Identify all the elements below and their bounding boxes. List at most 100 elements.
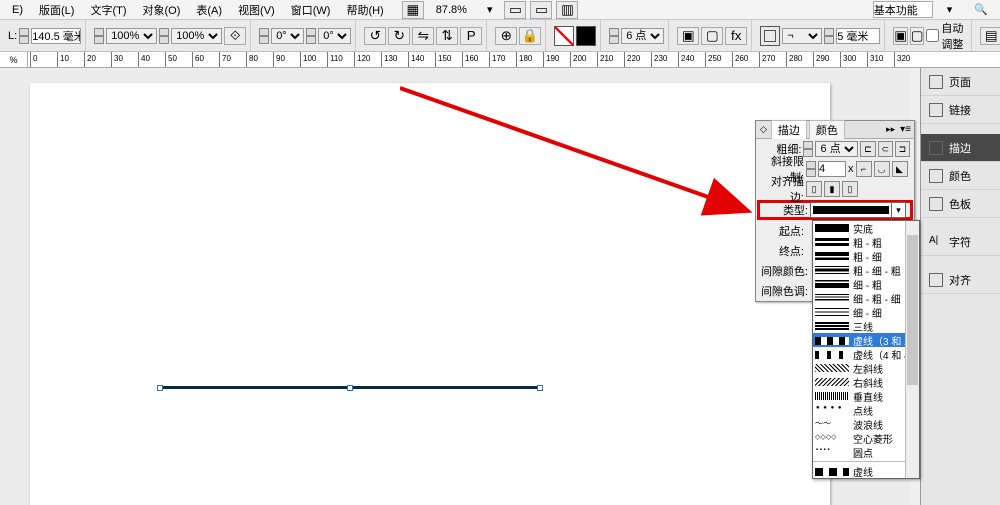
fit-content-icon[interactable]: ▣ xyxy=(893,27,908,45)
chevron-down-icon[interactable] xyxy=(891,203,905,217)
stroke-type-option[interactable]: 点线 xyxy=(813,403,919,417)
panel-collapse-icon[interactable]: ▸▸ xyxy=(886,124,895,135)
stroke-type-option[interactable]: 粗 - 细 - 粗 xyxy=(813,263,919,277)
rotate-cw-icon[interactable]: ↻ xyxy=(388,27,410,45)
stroke-type-option[interactable]: 粗 - 粗 xyxy=(813,235,919,249)
rot-stepper[interactable] xyxy=(259,28,269,44)
align-center-icon[interactable]: ▯ xyxy=(806,181,822,197)
panel-weight-stepper[interactable] xyxy=(803,141,813,157)
stroke-type-option[interactable]: 细 - 粗 xyxy=(813,277,919,291)
select-content-icon[interactable]: ▣ xyxy=(677,27,699,45)
fill-swatch[interactable] xyxy=(554,26,574,46)
scale-x[interactable]: 100% xyxy=(106,28,157,44)
quick-apply-icon[interactable] xyxy=(760,26,780,46)
tab-stroke[interactable]: 描边 xyxy=(771,120,807,139)
panel-weight[interactable]: 6 点 xyxy=(815,141,858,157)
menu-table[interactable]: 表(A) xyxy=(188,2,230,18)
stroke-swatch[interactable] xyxy=(576,26,596,46)
x-field[interactable] xyxy=(31,28,81,44)
dock-align[interactable]: 对齐 xyxy=(921,266,1000,294)
select-container-icon[interactable]: ▢ xyxy=(701,27,723,45)
corner-stepper[interactable] xyxy=(824,28,834,44)
scalex-stepper[interactable] xyxy=(94,28,104,44)
scale-y[interactable]: 100% xyxy=(171,28,222,44)
corner-size[interactable] xyxy=(836,28,880,44)
workspace-dropdown-icon[interactable]: ▾ xyxy=(939,3,961,16)
dock-stroke[interactable]: 描边 xyxy=(921,134,1000,162)
corner-select[interactable]: ¬ xyxy=(782,28,822,44)
link-scale-icon[interactable]: ⟐ xyxy=(224,27,246,45)
target-icon[interactable]: ⊕ xyxy=(495,27,517,45)
align-outside-icon[interactable]: ▯ xyxy=(842,181,858,197)
stroke-type-option[interactable]: 细 - 细 xyxy=(813,305,919,319)
p-icon[interactable]: P xyxy=(460,27,482,45)
dock-pages[interactable]: 页面 xyxy=(921,68,1000,96)
dock-links[interactable]: 链接 xyxy=(921,96,1000,124)
dropdown-scrollbar[interactable] xyxy=(905,221,919,478)
cap-proj-icon[interactable]: ⊐ xyxy=(895,141,910,157)
menu-layout[interactable]: 版面(L) xyxy=(31,2,82,18)
stroke-weight[interactable]: 6 点 xyxy=(621,28,664,44)
miter-value[interactable] xyxy=(818,161,846,177)
stroke-type-option[interactable]: 实底 xyxy=(813,221,919,235)
menu-help[interactable]: 帮助(H) xyxy=(338,2,391,18)
menu-window[interactable]: 窗口(W) xyxy=(283,2,339,18)
view-mode-icon[interactable]: ▭ xyxy=(504,1,526,19)
stroke-type-option[interactable]: 圆点 xyxy=(813,445,919,459)
tab-color[interactable]: 颜色 xyxy=(809,120,845,139)
handle-start[interactable] xyxy=(157,385,163,391)
cap-round-icon[interactable]: ⊂ xyxy=(878,141,893,157)
fit-frame-icon[interactable]: ▢ xyxy=(910,27,925,45)
miter-stepper[interactable] xyxy=(806,161,816,177)
align-inside-icon[interactable]: ▮ xyxy=(824,181,840,197)
menu-text[interactable]: 文字(T) xyxy=(82,2,134,18)
stroke-type-combo[interactable] xyxy=(810,202,906,218)
screen-mode-icon[interactable]: ▭ xyxy=(530,1,552,19)
line-object[interactable] xyxy=(160,386,540,389)
dock-color[interactable]: 颜色 xyxy=(921,162,1000,190)
rotation[interactable]: 0° xyxy=(271,28,304,44)
join-miter-icon[interactable]: ⌐ xyxy=(856,161,872,177)
menu-object[interactable]: 对象(O) xyxy=(135,2,189,18)
stroke-type-option[interactable]: 细 - 粗 - 细 xyxy=(813,291,919,305)
stroke-type-option[interactable]: 右斜线 xyxy=(813,375,919,389)
dock-swatches[interactable]: 色板 xyxy=(921,190,1000,218)
join-round-icon[interactable]: ◡ xyxy=(874,161,890,177)
shear[interactable]: 0° xyxy=(318,28,351,44)
handle-mid[interactable] xyxy=(347,385,353,391)
fx-icon[interactable]: fx xyxy=(725,27,747,45)
panel-menu-icon[interactable]: ▾≡ xyxy=(897,124,914,135)
page[interactable] xyxy=(30,83,830,505)
workspace-selector[interactable] xyxy=(873,1,933,18)
stroke-type-option[interactable]: 虚线（4 和 4） xyxy=(813,347,919,361)
autofit-checkbox[interactable] xyxy=(926,29,939,42)
menu-view[interactable]: 视图(V) xyxy=(230,2,283,18)
flip-h-icon[interactable]: ⇋ xyxy=(412,27,434,45)
cap-butt-icon[interactable]: ⊏ xyxy=(860,141,875,157)
arrange-icon[interactable]: ▥ xyxy=(556,1,578,19)
weight-stepper[interactable] xyxy=(609,28,619,44)
x-stepper[interactable] xyxy=(19,28,29,44)
dock-char[interactable]: A|字符 xyxy=(921,228,1000,256)
search-icon[interactable]: 🔍 xyxy=(966,3,996,16)
stroke-type-option[interactable]: 空心菱形 xyxy=(813,431,919,445)
scaley-stepper[interactable] xyxy=(159,28,169,44)
join-bevel-icon[interactable]: ◣ xyxy=(892,161,908,177)
menu-e[interactable]: E) xyxy=(4,4,31,16)
stroke-type-option[interactable]: 虚线（3 和 2） xyxy=(813,333,919,347)
stroke-type-option[interactable]: 左斜线 xyxy=(813,361,919,375)
flip-v-icon[interactable]: ⇅ xyxy=(436,27,458,45)
handle-end[interactable] xyxy=(537,385,543,391)
shear-stepper[interactable] xyxy=(306,28,316,44)
stroke-type-option[interactable]: 波浪线 xyxy=(813,417,919,431)
panel-grip-icon[interactable]: ◇ xyxy=(760,124,767,135)
rotate-ccw-icon[interactable]: ↺ xyxy=(364,27,386,45)
bridge-icon[interactable]: ▦ xyxy=(402,1,424,19)
stroke-type-option[interactable]: 粗 - 细 xyxy=(813,249,919,263)
zoom-value[interactable]: 87.8% xyxy=(428,4,475,16)
stroke-type-option[interactable]: 虚线 xyxy=(813,464,919,478)
zoom-dropdown-icon[interactable]: ▾ xyxy=(479,3,501,16)
align-icon-1[interactable]: ▤ xyxy=(980,27,1000,45)
lock-icon[interactable]: 🔒 xyxy=(519,27,541,45)
stroke-type-dropdown[interactable]: 实底粗 - 粗粗 - 细粗 - 细 - 粗细 - 粗细 - 粗 - 细细 - 细… xyxy=(812,220,920,479)
